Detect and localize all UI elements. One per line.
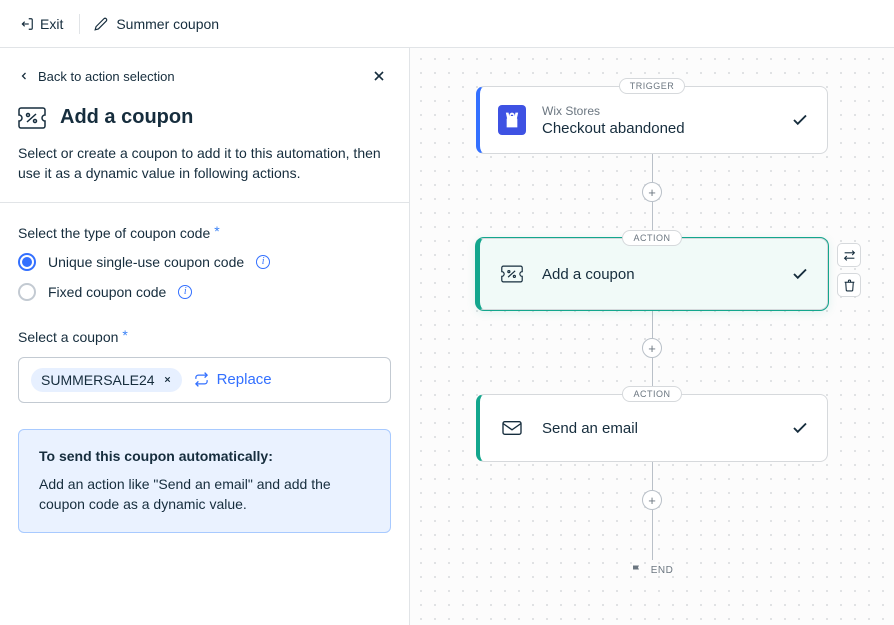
add-step-button[interactable]: + xyxy=(642,490,662,510)
radio-label: Unique single-use coupon code xyxy=(48,254,244,270)
replace-icon xyxy=(194,372,209,387)
action-node-add-coupon[interactable]: Add a coupon xyxy=(476,238,828,310)
check-icon xyxy=(791,111,809,129)
left-panel: Back to action selection Add a coupon Se… xyxy=(0,48,410,625)
connector xyxy=(652,358,653,386)
connector xyxy=(652,310,653,338)
delete-action-button[interactable] xyxy=(837,273,861,297)
chevron-left-icon xyxy=(18,70,30,82)
coupon-icon xyxy=(501,265,523,283)
action-pill: ACTION xyxy=(622,386,681,402)
connector xyxy=(652,154,653,182)
end-label: END xyxy=(651,565,674,576)
topbar: Exit Summer coupon xyxy=(0,0,894,48)
trash-icon xyxy=(843,279,856,292)
panel-title: Add a coupon xyxy=(60,106,193,129)
back-label: Back to action selection xyxy=(38,69,175,84)
exit-icon xyxy=(20,17,34,31)
end-marker: END xyxy=(631,564,674,576)
swap-action-button[interactable] xyxy=(837,243,861,267)
automation-title-wrap[interactable]: Summer coupon xyxy=(94,16,219,32)
info-callout: To send this coupon automatically: Add a… xyxy=(18,429,391,534)
exit-button[interactable]: Exit xyxy=(18,12,65,36)
coupon-chip-label: SUMMERSALE24 xyxy=(41,372,155,388)
radio-input[interactable] xyxy=(18,283,36,301)
close-icon xyxy=(163,375,172,384)
connector xyxy=(652,202,653,230)
flow-canvas[interactable]: TRIGGER Wix Stores Checkout abandoned + xyxy=(410,48,894,625)
info-icon[interactable]: i xyxy=(178,285,192,299)
check-icon xyxy=(791,419,809,437)
coupon-icon xyxy=(18,107,46,129)
connector xyxy=(652,510,653,560)
exit-label: Exit xyxy=(40,16,63,32)
add-step-button[interactable]: + xyxy=(642,338,662,358)
replace-button[interactable]: Replace xyxy=(194,371,272,388)
trigger-subtitle: Wix Stores xyxy=(542,104,791,118)
action-node-send-email[interactable]: Send an email xyxy=(476,394,828,462)
flag-icon xyxy=(631,564,643,576)
action-title: Add a coupon xyxy=(542,266,791,283)
swap-icon xyxy=(843,249,856,262)
add-step-button[interactable]: + xyxy=(642,182,662,202)
panel-description: Select or create a coupon to add it to t… xyxy=(0,143,409,202)
automation-title: Summer coupon xyxy=(116,16,219,32)
action-pill: ACTION xyxy=(622,230,681,246)
coupon-type-label: Select the type of coupon code* xyxy=(18,225,391,241)
check-icon xyxy=(791,265,809,283)
store-icon xyxy=(498,105,526,135)
mail-icon xyxy=(501,419,523,437)
radio-label: Fixed coupon code xyxy=(48,284,166,300)
divider xyxy=(79,14,80,34)
coupon-select-box[interactable]: SUMMERSALE24 Replace xyxy=(18,357,391,403)
close-button[interactable] xyxy=(367,64,391,88)
connector xyxy=(652,462,653,490)
close-icon xyxy=(371,68,387,84)
action-title: Send an email xyxy=(542,420,791,437)
trigger-title: Checkout abandoned xyxy=(542,120,791,137)
select-coupon-label: Select a coupon* xyxy=(18,329,391,345)
coupon-chip: SUMMERSALE24 xyxy=(31,368,182,392)
back-button[interactable]: Back to action selection xyxy=(18,65,175,88)
radio-fixed-code[interactable]: Fixed coupon code i xyxy=(18,283,391,301)
trigger-pill: TRIGGER xyxy=(619,78,686,94)
info-icon[interactable]: i xyxy=(256,255,270,269)
callout-title: To send this coupon automatically: xyxy=(39,448,370,464)
radio-input[interactable] xyxy=(18,253,36,271)
replace-label: Replace xyxy=(217,371,272,388)
remove-coupon-button[interactable] xyxy=(163,375,172,384)
callout-body: Add an action like "Send an email" and a… xyxy=(39,474,370,515)
trigger-node[interactable]: Wix Stores Checkout abandoned xyxy=(476,86,828,154)
pencil-icon xyxy=(94,17,108,31)
radio-unique-code[interactable]: Unique single-use coupon code i xyxy=(18,253,391,271)
